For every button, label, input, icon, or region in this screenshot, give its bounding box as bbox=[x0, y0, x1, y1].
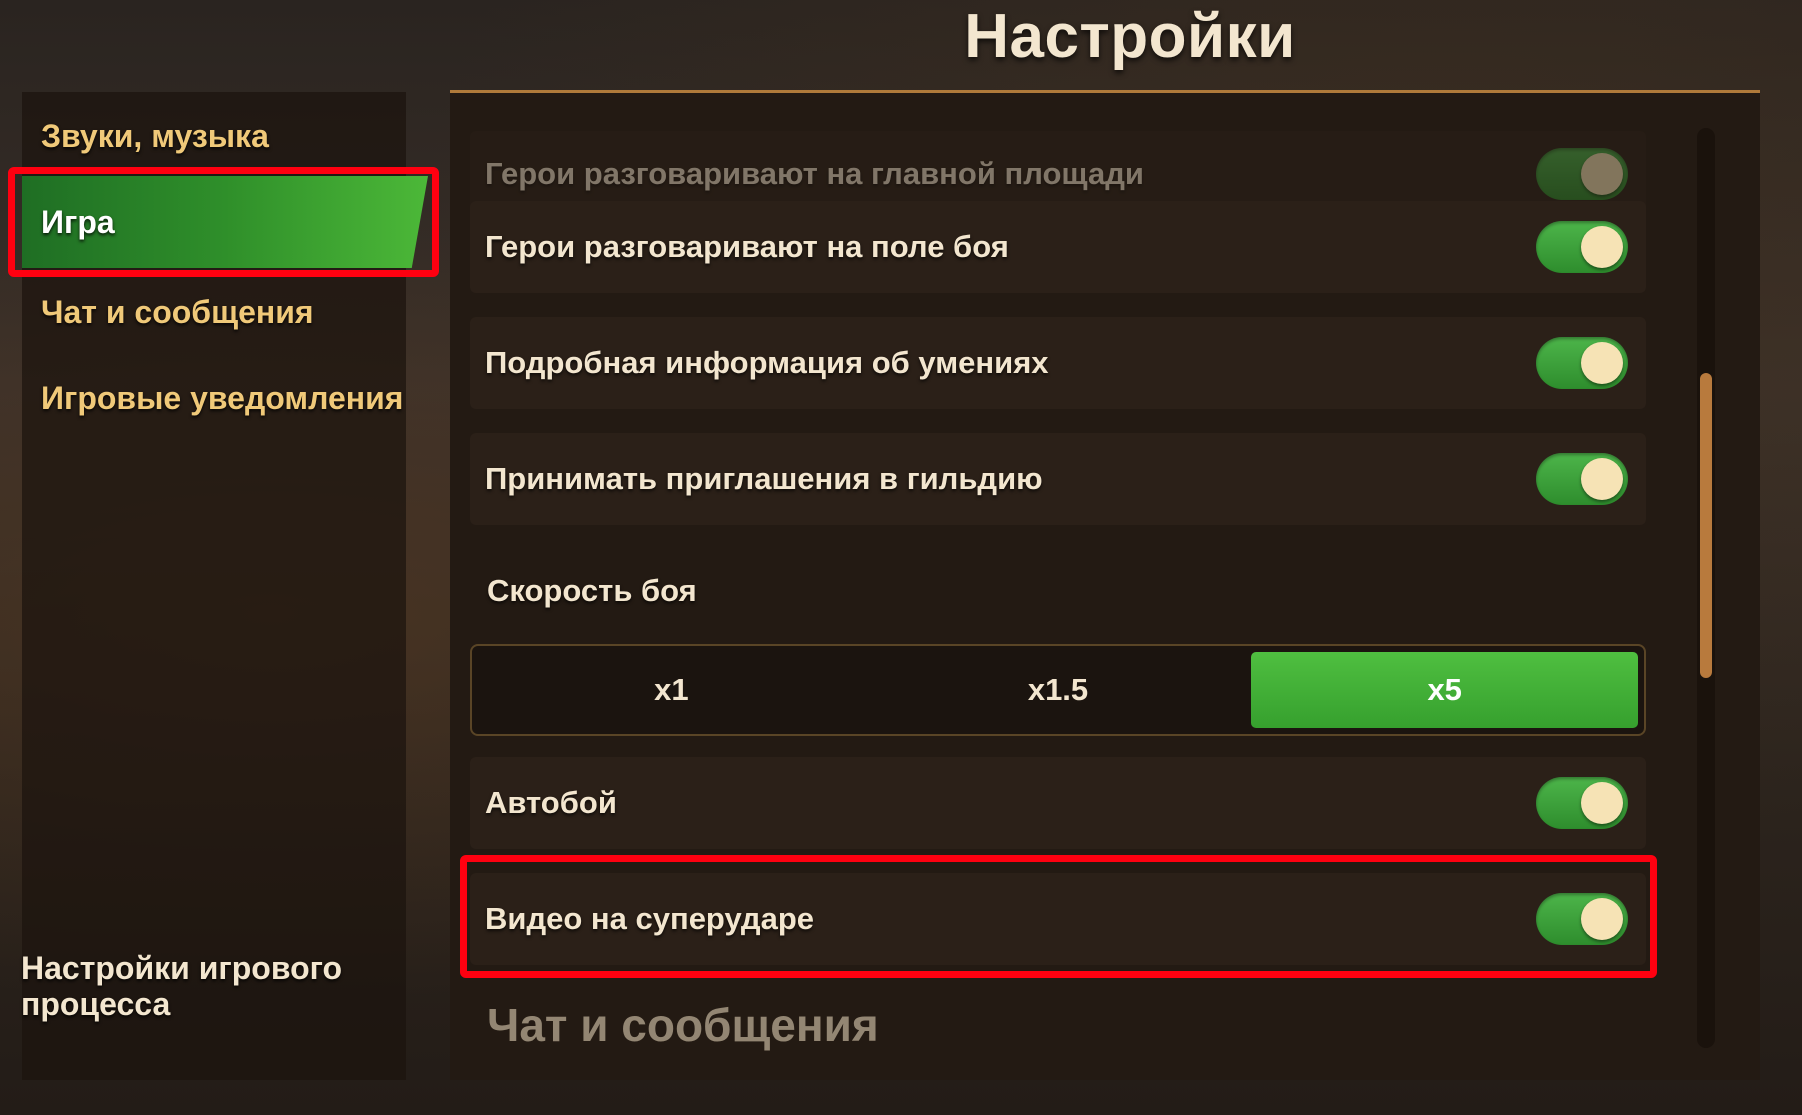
section-heading-chat: Чат и сообщения bbox=[487, 999, 879, 1051]
sidebar-item-chat[interactable]: Чат и сообщения bbox=[22, 274, 422, 350]
speed-option-x5[interactable]: x5 bbox=[1251, 652, 1639, 728]
toggle-switch[interactable] bbox=[1536, 893, 1628, 945]
setting-row-guild-invites: Принимать приглашения в гильдию bbox=[470, 433, 1646, 525]
sidebar-item-label: Чат и сообщения bbox=[41, 293, 314, 330]
toggle-knob bbox=[1581, 458, 1623, 500]
scrollbar-thumb[interactable] bbox=[1700, 373, 1712, 678]
setting-row-skill-info: Подробная информация об умениях bbox=[470, 317, 1646, 409]
setting-row-autobattle: Автобой bbox=[470, 757, 1646, 849]
battle-speed-selector: x1 x1.5 x5 bbox=[470, 644, 1646, 736]
battle-speed-label: Скорость боя bbox=[487, 573, 697, 608]
toggle-switch[interactable] bbox=[1536, 337, 1628, 389]
sidebar-item-game[interactable]: Игра bbox=[22, 176, 428, 268]
toggle-switch[interactable] bbox=[1536, 453, 1628, 505]
sidebar-item-sounds[interactable]: Звуки, музыка bbox=[22, 98, 422, 174]
toggle-knob bbox=[1581, 898, 1623, 940]
toggle-knob bbox=[1581, 342, 1623, 384]
toggle-switch[interactable] bbox=[1536, 148, 1628, 200]
speed-option-x1[interactable]: x1 bbox=[478, 652, 865, 728]
setting-row-heroes-talk-battle: Герои разговаривают на поле боя bbox=[470, 201, 1646, 293]
sidebar-item-label: Игровые уведомления bbox=[41, 379, 404, 416]
sidebar-item-label: Игра bbox=[41, 203, 115, 240]
settings-panel: Герои разговаривают на главной площади Г… bbox=[450, 90, 1760, 1080]
toggle-switch[interactable] bbox=[1536, 777, 1628, 829]
speed-option-x1-5[interactable]: x1.5 bbox=[865, 652, 1252, 728]
setting-label: Автобой bbox=[485, 785, 617, 820]
toggle-knob bbox=[1581, 226, 1623, 268]
page-title: Настройки bbox=[964, 2, 1296, 71]
setting-label: Герои разговаривают на поле боя bbox=[485, 229, 1009, 264]
sidebar-item-label: Звуки, музыка bbox=[41, 117, 269, 154]
setting-row-superstrike-video: Видео на суперударе bbox=[470, 873, 1646, 965]
sidebar: Звуки, музыка Игра Чат и сообщения Игров… bbox=[22, 92, 428, 1080]
setting-label: Видео на суперударе bbox=[485, 901, 815, 936]
toggle-knob bbox=[1581, 782, 1623, 824]
setting-label: Подробная информация об умениях bbox=[485, 345, 1049, 380]
sidebar-footer-label: Настройки игрового процесса bbox=[21, 950, 343, 1022]
toggle-knob bbox=[1581, 153, 1623, 195]
scrollbar-track[interactable] bbox=[1697, 128, 1715, 1048]
sidebar-item-notifications[interactable]: Игровые уведомления bbox=[22, 360, 422, 436]
setting-label: Принимать приглашения в гильдию bbox=[485, 461, 1043, 496]
toggle-switch[interactable] bbox=[1536, 221, 1628, 273]
